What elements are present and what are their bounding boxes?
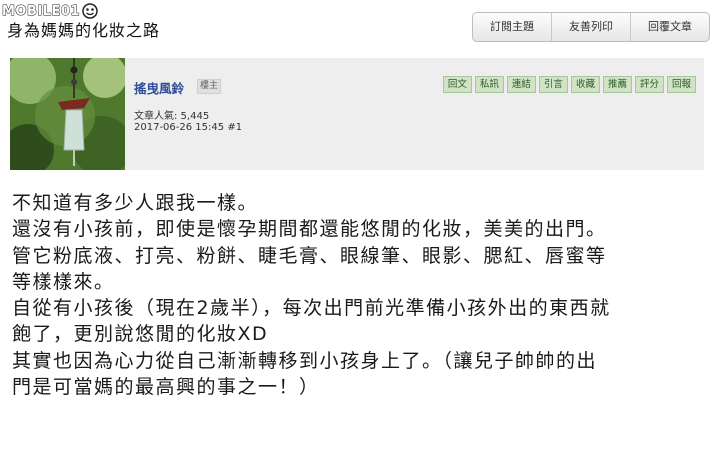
post-timestamp: 2017-06-26 15:45 (134, 122, 225, 133)
post-meta: 2017-06-26 15:45 #1 (134, 122, 242, 133)
content-line: 還沒有小孩前，即使是懷孕期間都還能悠閒的化妝，美美的出門。 (12, 218, 607, 241)
print-friendly-button[interactable]: 友善列印 (551, 13, 630, 41)
content-line: 自從有小孩後（現在2歲半），每次出門前光準備小孩外出的東西就 (12, 297, 611, 320)
post-content: 不知道有多少人跟我一樣。 還沒有小孩前，即使是懷孕期間都還能悠閒的化妝，美美的出… (12, 190, 712, 400)
report-button[interactable]: 回報 (666, 76, 696, 93)
topic-title: 身為媽媽的化妝之路 (7, 21, 161, 40)
topic-toolbar: 訂閱主題 友善列印 回覆文章 (472, 12, 710, 42)
content-line: 門是可當媽的最高興的事之一！） (12, 376, 320, 399)
reply-topic-button[interactable]: 回覆文章 (630, 13, 709, 41)
favorite-button[interactable]: 收藏 (570, 76, 600, 93)
content-line: 等樣樣來。 (12, 270, 115, 293)
post-floor[interactable]: #1 (227, 122, 242, 133)
subscribe-topic-button[interactable]: 訂閱主題 (473, 13, 551, 41)
author-name[interactable]: 搖曳風鈴 (134, 78, 184, 97)
content-line: 其實也因為心力從自己漸漸轉移到小孩身上了。（讓兒子帥帥的出 (12, 349, 598, 372)
quote-button[interactable]: 引言 (538, 76, 568, 93)
rate-button[interactable]: 評分 (634, 76, 664, 93)
reply-button[interactable]: 回文 (442, 76, 472, 93)
content-line: 管它粉底液、打亮、粉餅、睫毛膏、眼線筆、眼影、腮紅、唇蜜等 (12, 244, 607, 267)
avatar-image (10, 58, 125, 170)
recommend-button[interactable]: 推薦 (602, 76, 632, 93)
content-line: 不知道有多少人跟我一樣。 (12, 192, 259, 214)
role-badge: 樓主 (197, 79, 222, 94)
post-header: 搖曳風鈴 樓主 文章人氣: 5,445 2017-06-26 15:45 #1 … (10, 58, 704, 170)
post-popularity: 文章人氣: 5,445 (134, 111, 210, 122)
link-button[interactable]: 連結 (506, 76, 536, 93)
private-message-button[interactable]: 私訊 (474, 76, 504, 93)
content-line: 飽了，更別說悠閒的化妝XD (12, 323, 269, 346)
post-actions: 回文 私訊 連結 引言 收藏 推薦 評分 回報 (442, 76, 696, 93)
avatar[interactable] (10, 58, 125, 170)
